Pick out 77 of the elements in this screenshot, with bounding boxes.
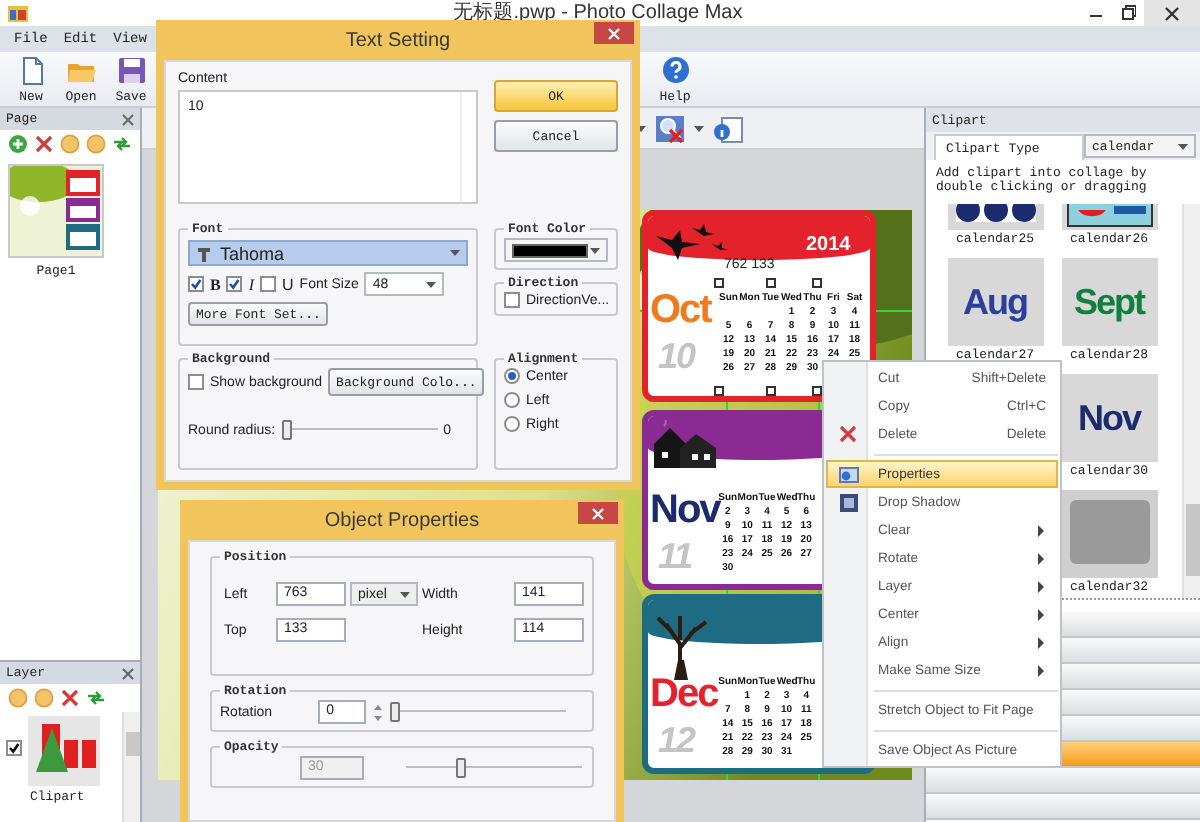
close-icon bbox=[1164, 5, 1180, 21]
help-icon bbox=[659, 55, 691, 85]
properties-icon bbox=[838, 463, 860, 485]
checkbox[interactable] bbox=[188, 276, 204, 292]
check-icon bbox=[190, 278, 202, 290]
delete-icon[interactable] bbox=[34, 134, 54, 154]
underline-label: U bbox=[282, 275, 294, 293]
slider-thumb[interactable] bbox=[281, 420, 292, 440]
close-button[interactable] bbox=[578, 502, 618, 524]
clipart-thumbnail[interactable]: Sept bbox=[1061, 258, 1157, 346]
app-icon bbox=[6, 3, 30, 23]
circle-icon[interactable] bbox=[60, 134, 80, 154]
resize-handle[interactable] bbox=[714, 278, 724, 288]
caret-icon bbox=[1176, 139, 1190, 153]
big-numeral: 12 bbox=[658, 720, 695, 760]
close-button[interactable] bbox=[594, 22, 634, 44]
circle-icon[interactable] bbox=[34, 688, 54, 708]
italic-label: I bbox=[248, 275, 255, 293]
caret-icon bbox=[424, 277, 439, 291]
clipart-thumbnail[interactable]: Aug bbox=[947, 258, 1043, 346]
close-icon bbox=[608, 27, 620, 39]
layer-thumbnail[interactable] bbox=[28, 716, 100, 786]
month-label: Nov bbox=[650, 488, 720, 532]
month-label: Dec bbox=[650, 672, 718, 716]
bold-label: B bbox=[210, 275, 221, 293]
close-icon bbox=[592, 507, 604, 519]
restore-icon[interactable] bbox=[1120, 0, 1136, 26]
magnifier-icon[interactable] bbox=[654, 113, 686, 143]
resize-handle[interactable] bbox=[766, 278, 776, 288]
clipart-thumbnail[interactable] bbox=[1061, 490, 1157, 578]
arrows-icon[interactable] bbox=[86, 688, 106, 708]
color-dropdown[interactable] bbox=[504, 238, 608, 262]
resize-handle[interactable] bbox=[812, 278, 822, 288]
clipart-thumbnail[interactable]: Nov bbox=[1061, 374, 1157, 462]
dialog-title: Object Properties bbox=[324, 509, 480, 531]
checkbox[interactable] bbox=[226, 276, 243, 292]
close-button[interactable] bbox=[1144, 0, 1200, 26]
check-icon bbox=[228, 278, 241, 290]
month-label: Oct bbox=[650, 288, 711, 332]
delete-icon bbox=[838, 423, 860, 445]
houses-drawing bbox=[652, 420, 720, 472]
big-numeral: 10 bbox=[658, 336, 695, 376]
caret-icon bbox=[398, 587, 412, 601]
radio-button[interactable] bbox=[504, 368, 520, 384]
slider-thumb[interactable] bbox=[390, 702, 401, 722]
scrollbar[interactable] bbox=[122, 712, 140, 822]
caret-icon bbox=[588, 243, 602, 257]
resize-handle[interactable] bbox=[812, 386, 822, 396]
page-thumbnail[interactable] bbox=[10, 166, 102, 256]
year-label: 2014 bbox=[806, 234, 851, 256]
radio-button[interactable] bbox=[504, 416, 520, 432]
circle-icon[interactable] bbox=[86, 134, 106, 154]
close-icon[interactable] bbox=[122, 667, 134, 679]
resize-handle[interactable] bbox=[714, 386, 724, 396]
checkbox[interactable] bbox=[6, 740, 22, 756]
scrollbar[interactable] bbox=[1182, 204, 1200, 598]
window-title: 无标题.pwp - Photo Collage Max bbox=[451, 1, 745, 25]
page-icon[interactable] bbox=[712, 113, 744, 143]
checkbox[interactable] bbox=[504, 292, 520, 308]
font-icon bbox=[196, 245, 212, 261]
delete-icon[interactable] bbox=[60, 688, 80, 708]
checkbox[interactable] bbox=[188, 374, 204, 390]
add-icon[interactable] bbox=[8, 134, 28, 154]
big-numeral: 11 bbox=[658, 536, 692, 576]
dialog-title: Text Setting bbox=[345, 29, 451, 51]
font-dropdown[interactable]: Tahoma bbox=[188, 240, 468, 266]
shadow-icon bbox=[838, 491, 860, 513]
close-icon[interactable] bbox=[122, 113, 134, 125]
caret-icon bbox=[448, 246, 462, 260]
circle-icon[interactable] bbox=[8, 688, 28, 708]
radio-button[interactable] bbox=[504, 392, 520, 408]
clipart-drawing bbox=[1061, 490, 1157, 578]
spinner-icon[interactable] bbox=[372, 701, 385, 723]
resize-handle[interactable] bbox=[766, 386, 776, 396]
arrows-icon[interactable] bbox=[112, 134, 132, 154]
checkbox[interactable] bbox=[260, 276, 277, 292]
check-icon bbox=[8, 742, 20, 754]
